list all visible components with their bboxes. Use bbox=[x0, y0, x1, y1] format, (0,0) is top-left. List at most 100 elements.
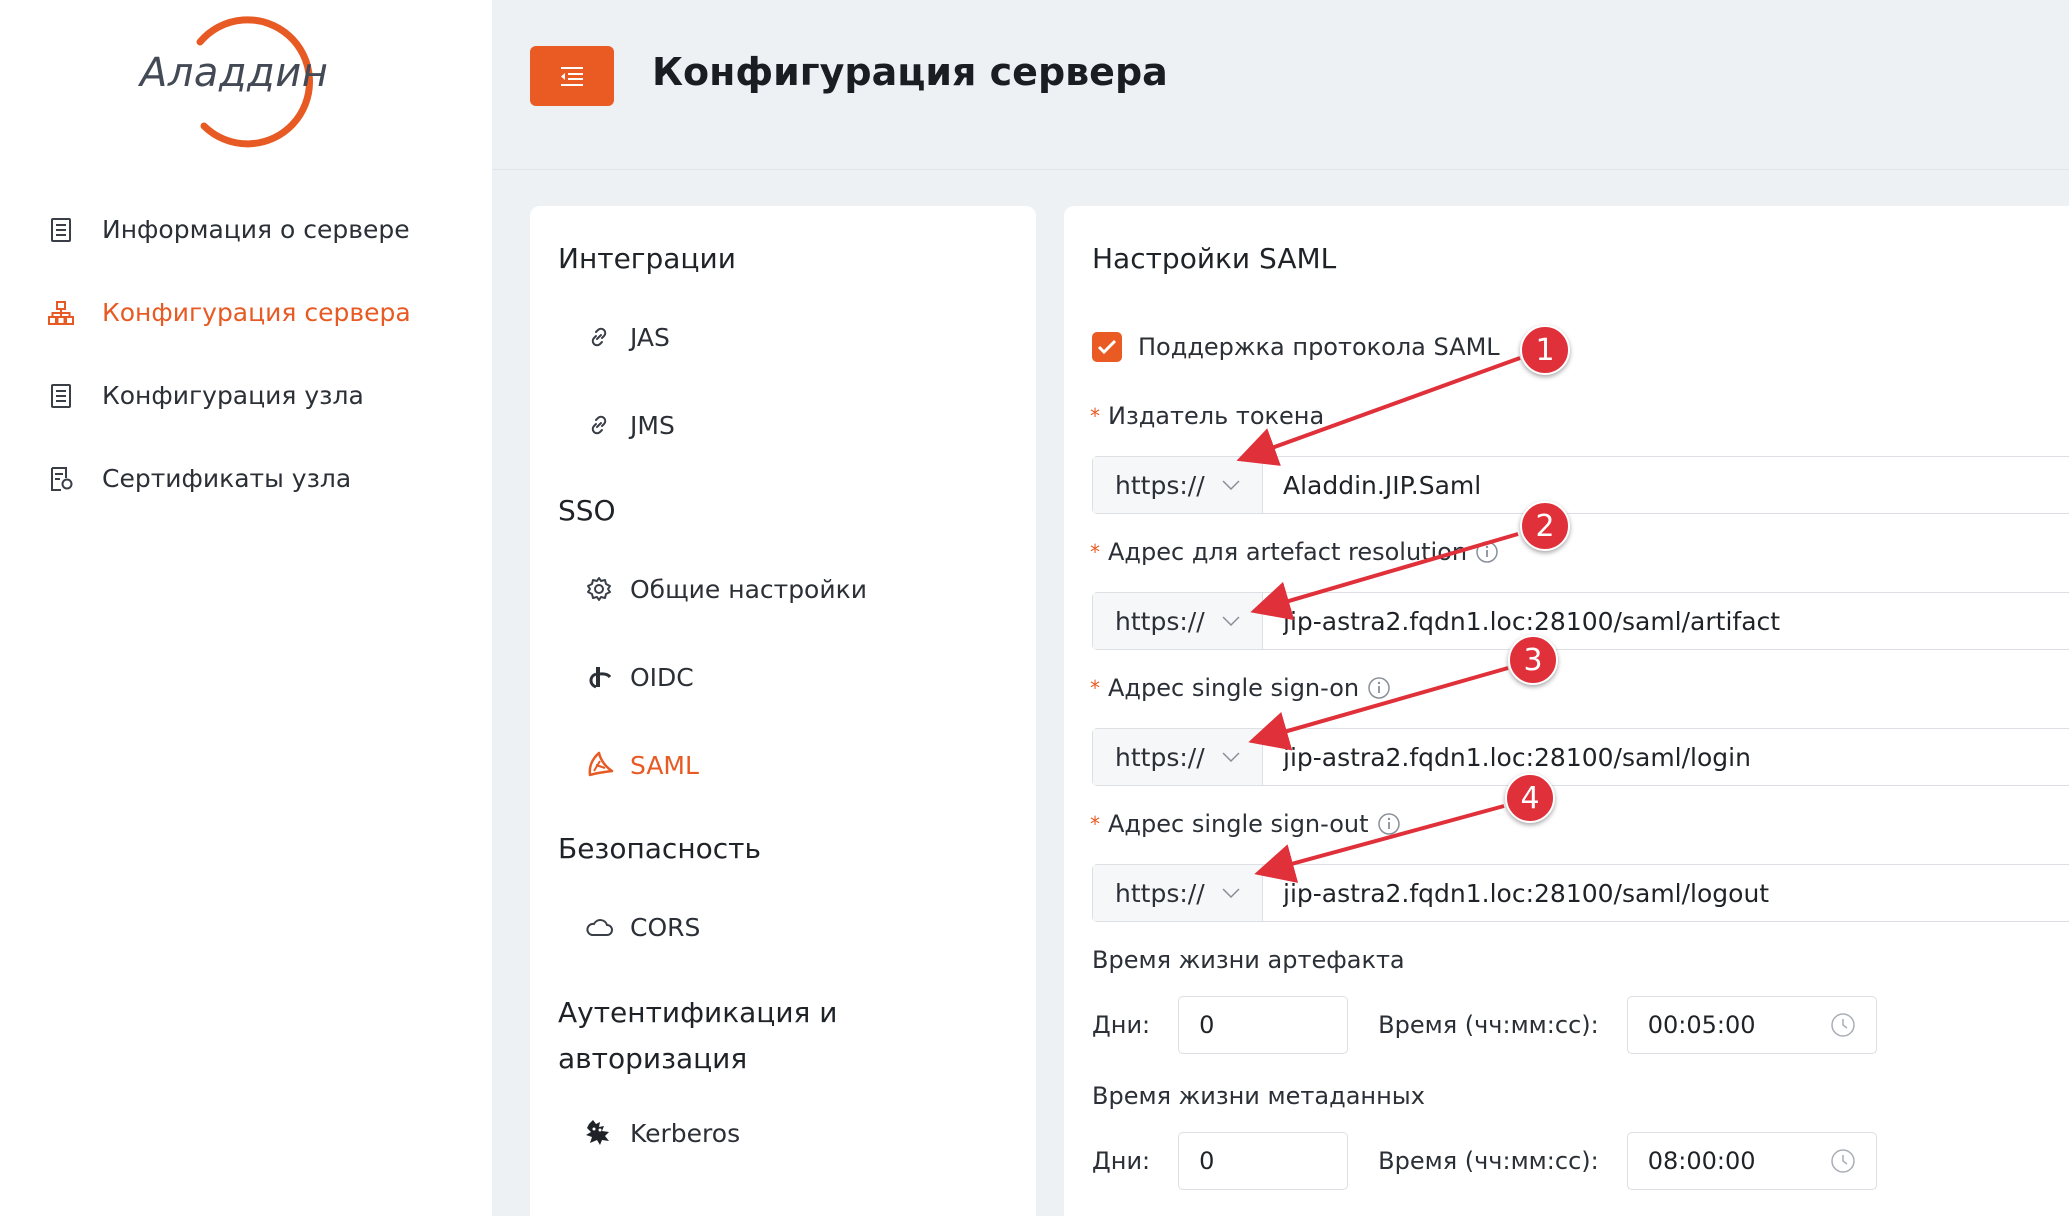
protocol-value: https:// bbox=[1115, 878, 1205, 908]
menu-toggle-button[interactable] bbox=[530, 46, 614, 106]
certificate-icon bbox=[46, 464, 76, 494]
protocol-value: https:// bbox=[1115, 470, 1205, 500]
metadata-lifetime-row: Дни: Время (чч:мм:сс): bbox=[1092, 1132, 1877, 1190]
link-icon bbox=[584, 410, 614, 440]
gear-icon bbox=[584, 574, 614, 604]
metadata-days-input[interactable] bbox=[1178, 1132, 1349, 1190]
annotation-badge: 4 bbox=[1505, 773, 1555, 823]
section-title-line: авторизация bbox=[558, 1042, 748, 1075]
annotation-badge: 3 bbox=[1508, 635, 1558, 685]
required-asterisk: * bbox=[1090, 404, 1100, 428]
info-icon[interactable] bbox=[1367, 676, 1391, 700]
single-sign-out-input[interactable] bbox=[1263, 865, 2069, 921]
saml-support-checkbox[interactable] bbox=[1092, 332, 1122, 362]
token-issuer-field: https:// bbox=[1092, 456, 2069, 514]
nav-item-jas[interactable]: JAS bbox=[584, 322, 670, 352]
required-asterisk: * bbox=[1090, 540, 1100, 564]
protocol-value: https:// bbox=[1115, 606, 1205, 636]
required-asterisk: * bbox=[1090, 812, 1100, 836]
network-icon bbox=[46, 298, 76, 328]
saml-support-row: Поддержка протокола SAML bbox=[1092, 332, 1500, 362]
artifact-time-input[interactable] bbox=[1647, 1011, 1808, 1039]
oidc-icon bbox=[584, 662, 614, 692]
checkmark-icon bbox=[1097, 339, 1117, 355]
metadata-lifetime-label: Время жизни метаданных bbox=[1092, 1082, 1425, 1110]
protocol-select[interactable]: https:// bbox=[1093, 865, 1263, 921]
token-issuer-label: * Издатель токена bbox=[1090, 402, 1324, 430]
clock-icon bbox=[1830, 1013, 1855, 1037]
sidebar-nav: Информация о сервере Конфигурация сервер… bbox=[46, 188, 411, 520]
protocol-select[interactable]: https:// bbox=[1093, 593, 1263, 649]
chevron-down-icon bbox=[1222, 616, 1240, 626]
time-label: Время (чч:мм:сс): bbox=[1378, 1147, 1599, 1175]
saml-support-label: Поддержка протокола SAML bbox=[1138, 333, 1500, 361]
single-sign-on-input[interactable] bbox=[1263, 729, 2069, 785]
sidebar-item-server-config[interactable]: Конфигурация сервера bbox=[46, 271, 411, 354]
artifact-time-picker[interactable] bbox=[1626, 996, 1877, 1054]
document-list-icon bbox=[46, 215, 76, 245]
saml-icon bbox=[584, 750, 614, 780]
info-icon[interactable] bbox=[1475, 540, 1499, 564]
field-label-text: Издатель токена bbox=[1108, 402, 1325, 430]
sidebar-item-label: Информация о сервере bbox=[102, 215, 410, 244]
protocol-value: https:// bbox=[1115, 742, 1205, 772]
nav-item-cors[interactable]: CORS bbox=[584, 912, 700, 942]
nav-item-label: JMS bbox=[630, 410, 675, 440]
sidebar: Аладдин Информация о сервере Конфигураци… bbox=[0, 0, 492, 1216]
page-title: Конфигурация сервера bbox=[652, 50, 1168, 94]
time-label: Время (чч:мм:сс): bbox=[1378, 1011, 1599, 1039]
field-label-text: Адрес single sign-on bbox=[1108, 674, 1360, 702]
section-title-line: Аутентификация и bbox=[558, 996, 838, 1029]
field-label-text: Адрес для artefact resolution bbox=[1108, 538, 1468, 566]
menu-collapse-icon bbox=[561, 67, 583, 86]
clock-icon bbox=[1830, 1149, 1855, 1173]
artifact-lifetime-row: Дни: Время (чч:мм:сс): bbox=[1092, 996, 1877, 1054]
artifact-resolution-field: https:// bbox=[1092, 592, 2069, 650]
integrations-panel: Интеграции JAS JMS SSO Общие настройки O… bbox=[530, 206, 1036, 1216]
sidebar-item-node-config[interactable]: Конфигурация узла bbox=[46, 354, 411, 437]
sidebar-item-label: Конфигурация узла bbox=[102, 381, 364, 410]
sidebar-item-node-certificates[interactable]: Сертификаты узла bbox=[46, 437, 411, 520]
nav-item-saml[interactable]: SAML bbox=[584, 750, 699, 780]
days-label: Дни: bbox=[1092, 1147, 1151, 1175]
nav-item-label: OIDC bbox=[630, 662, 694, 692]
token-issuer-input[interactable] bbox=[1263, 457, 2069, 513]
single-sign-on-field: https:// bbox=[1092, 728, 2069, 786]
nav-item-label: Общие настройки bbox=[630, 574, 867, 604]
nav-item-label: JAS bbox=[630, 322, 670, 352]
chevron-down-icon bbox=[1222, 752, 1240, 762]
single-sign-out-label: * Адрес single sign-out bbox=[1090, 810, 1401, 838]
protocol-select[interactable]: https:// bbox=[1093, 729, 1263, 785]
days-label: Дни: bbox=[1092, 1011, 1151, 1039]
nav-item-oidc[interactable]: OIDC bbox=[584, 662, 694, 692]
required-asterisk: * bbox=[1090, 676, 1100, 700]
single-sign-on-label: * Адрес single sign-on bbox=[1090, 674, 1391, 702]
section-title-sso: SSO bbox=[558, 494, 616, 527]
link-icon bbox=[584, 322, 614, 352]
field-label-text: Адрес single sign-out bbox=[1108, 810, 1369, 838]
info-icon[interactable] bbox=[1377, 812, 1401, 836]
artifact-resolution-input[interactable] bbox=[1263, 593, 2069, 649]
saml-settings-title: Настройки SAML bbox=[1092, 242, 1337, 275]
artifact-resolution-label: * Адрес для artefact resolution bbox=[1090, 538, 1499, 566]
artifact-days-input[interactable] bbox=[1178, 996, 1349, 1054]
nav-item-label: SAML bbox=[630, 750, 699, 780]
annotation-badge: 1 bbox=[1520, 325, 1570, 375]
cloud-icon bbox=[584, 912, 614, 942]
single-sign-out-field: https:// bbox=[1092, 864, 2069, 922]
metadata-time-input[interactable] bbox=[1647, 1147, 1808, 1175]
section-title-integrations: Интеграции bbox=[558, 242, 736, 275]
nav-item-kerberos[interactable]: Kerberos bbox=[584, 1118, 740, 1148]
logo-text: Аладдин bbox=[140, 50, 329, 96]
page-header: Конфигурация сервера bbox=[492, 0, 2069, 170]
section-title-auth: Аутентификация и авторизация bbox=[558, 990, 837, 1082]
artifact-lifetime-label: Время жизни артефакта bbox=[1092, 946, 1405, 974]
nav-item-label: CORS bbox=[630, 912, 701, 942]
nav-item-jms[interactable]: JMS bbox=[584, 410, 675, 440]
nav-item-general-settings[interactable]: Общие настройки bbox=[584, 574, 867, 604]
protocol-select[interactable]: https:// bbox=[1093, 457, 1263, 513]
nav-item-label: Kerberos bbox=[630, 1118, 741, 1148]
sidebar-item-server-info[interactable]: Информация о сервере bbox=[46, 188, 411, 271]
document-list-icon bbox=[46, 381, 76, 411]
metadata-time-picker[interactable] bbox=[1626, 1132, 1877, 1190]
